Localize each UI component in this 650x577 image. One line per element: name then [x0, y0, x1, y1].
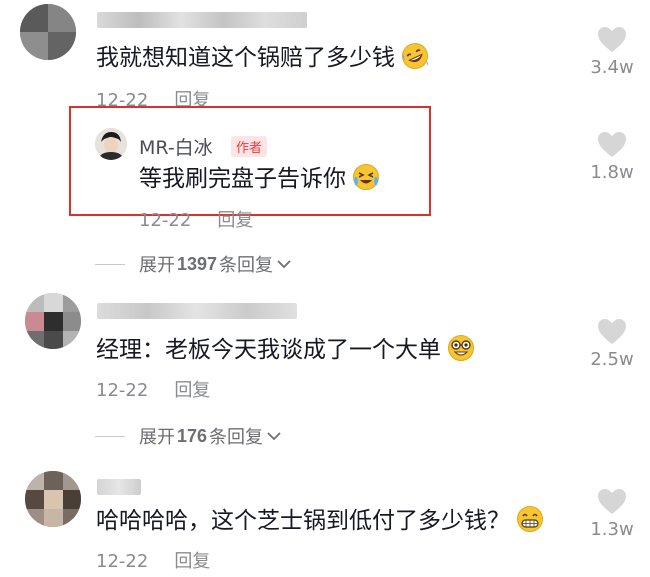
comment-date: 12-22 — [96, 551, 149, 572]
expand-prefix: 展开 — [139, 427, 175, 448]
author-avatar[interactable] — [95, 128, 127, 160]
nerd-emoji — [447, 334, 475, 370]
author-name[interactable]: MR-白冰 — [139, 133, 213, 160]
username-blurred[interactable] — [97, 12, 307, 28]
comment-body: 我就想知道这个锅赔了多少钱 — [96, 45, 395, 71]
grin-emoji — [516, 505, 544, 541]
chevron-down-icon — [277, 260, 291, 269]
crying-laughing-emoji — [352, 163, 380, 199]
chevron-down-icon — [267, 432, 281, 441]
username-blurred[interactable] — [97, 303, 297, 319]
reply-date: 12-22 — [139, 210, 192, 231]
author-badge: 作者 — [231, 136, 268, 157]
heart-icon — [598, 132, 626, 157]
reply-body: 等我刷完盘子告诉你 — [139, 166, 346, 192]
expand-prefix: 展开 — [139, 255, 175, 276]
like-button[interactable]: 1.8w — [582, 131, 642, 183]
divider-line — [95, 435, 125, 437]
like-count: 1.3w — [590, 519, 634, 540]
reply-button[interactable]: 回复 — [174, 380, 210, 401]
heart-icon — [598, 319, 626, 344]
like-button[interactable]: 3.4w — [582, 26, 642, 78]
expand-count: 1397 — [177, 253, 218, 274]
comment-text: 我就想知道这个锅赔了多少钱 — [96, 42, 429, 78]
like-count: 1.8w — [590, 162, 634, 183]
like-count: 3.4w — [590, 57, 634, 78]
reply-button[interactable]: 回复 — [217, 210, 253, 231]
reply-button[interactable]: 回复 — [174, 551, 210, 572]
comment-body: 哈哈哈哈，这个芝士锅到低付了多少钱？ — [96, 508, 510, 534]
heart-icon — [598, 489, 626, 514]
expand-suffix: 条回复 — [219, 255, 274, 276]
expand-suffix: 条回复 — [209, 427, 264, 448]
highlight-box — [69, 106, 431, 216]
expand-replies-button[interactable]: 展开 1397 条回复 — [95, 251, 292, 277]
avatar[interactable] — [25, 293, 81, 349]
reply-text: 等我刷完盘子告诉你 — [139, 163, 380, 199]
username-blurred[interactable] — [97, 479, 141, 495]
expand-replies-button[interactable]: 展开 176 条回复 — [95, 423, 282, 449]
divider-line — [95, 263, 125, 265]
comment-body: 经理：老板今天我谈成了一个大单 — [96, 337, 441, 363]
reply-meta: 12-22 回复 — [139, 206, 253, 232]
like-count: 2.5w — [590, 349, 634, 370]
comment-date: 12-22 — [96, 380, 149, 401]
comment-text: 哈哈哈哈，这个芝士锅到低付了多少钱？ — [96, 505, 544, 541]
avatar[interactable] — [25, 471, 81, 527]
avatar[interactable] — [20, 4, 76, 60]
like-button[interactable]: 1.3w — [582, 488, 642, 540]
comment-text: 经理：老板今天我谈成了一个大单 — [96, 334, 475, 370]
comment-meta: 12-22 回复 — [96, 376, 210, 402]
heart-icon — [598, 27, 626, 52]
rofl-emoji — [401, 42, 429, 78]
expand-count: 176 — [177, 425, 208, 446]
like-button[interactable]: 2.5w — [582, 318, 642, 370]
comment-meta: 12-22 回复 — [96, 547, 210, 573]
